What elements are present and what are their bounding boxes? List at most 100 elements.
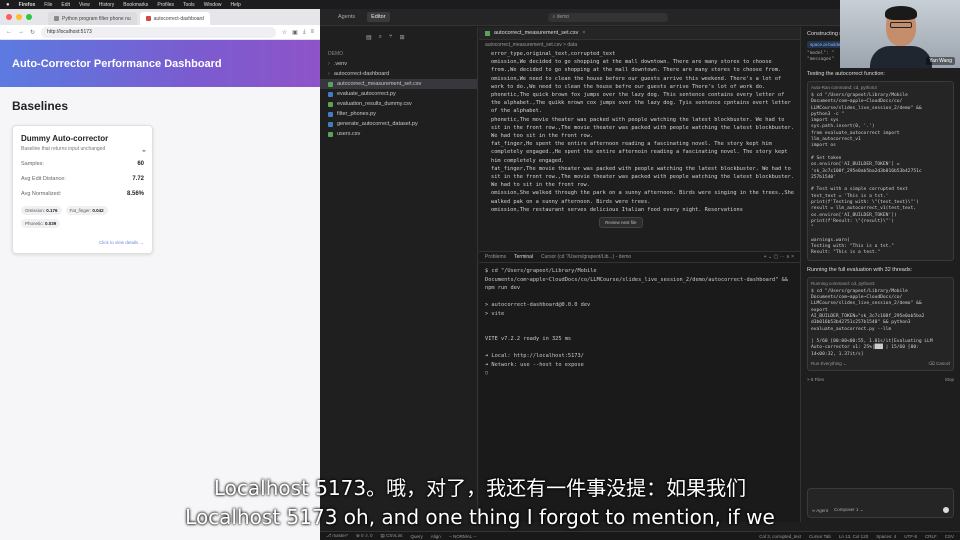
status-vim-mode: -- NORMAL -- — [448, 533, 477, 539]
menu-history[interactable]: History — [99, 2, 115, 8]
csv-file-icon — [328, 101, 333, 107]
menu-bookmarks[interactable]: Bookmarks — [123, 2, 148, 8]
metric-avg-edit-distance: Avg Edit Distance: 7.72 — [21, 176, 144, 182]
status-language[interactable]: CSV — [945, 534, 954, 539]
explorer-root[interactable]: DEMO — [320, 49, 477, 59]
explorer-item-label: .venv — [333, 61, 347, 67]
baseline-card[interactable]: Dummy Auto-corrector Baseline that retur… — [12, 125, 153, 254]
downloads-icon[interactable]: ⤓ — [303, 29, 306, 36]
command-search[interactable]: ⌕ demo — [547, 12, 668, 22]
terminal-output[interactable]: $ cd "/Users/grapeot/Library/Mobile Docu… — [479, 263, 800, 382]
explorer-item-label: autocorrect_measurement_set.csv — [337, 81, 422, 87]
extensions-icon[interactable]: ⊞ — [400, 34, 405, 41]
chip-value: 0.042 — [92, 208, 104, 213]
forward-icon[interactable]: → — [18, 29, 24, 35]
explorer-item-dashboard[interactable]: › autocorrect-dashboard — [320, 69, 477, 79]
explorer-item-results[interactable]: evaluation_results_dummy.csv — [320, 99, 477, 109]
status-query[interactable]: Query — [411, 534, 423, 539]
menu-icon[interactable]: ≡ — [310, 29, 314, 36]
view-details-link[interactable]: Click to view details → — [21, 240, 144, 245]
code-line: omission,We need to clean the house befo… — [491, 75, 782, 90]
tab-favicon-icon — [145, 16, 151, 21]
menu-profiles[interactable]: Profiles — [157, 2, 174, 8]
review-next-file-button[interactable]: Review next file — [599, 217, 643, 228]
menu-firefox[interactable]: Firefox — [19, 2, 36, 8]
status-branch[interactable]: ⎇ master* — [326, 533, 348, 539]
explorer-item-users[interactable]: users.csv — [320, 129, 477, 139]
presenter-glasses — [890, 22, 912, 28]
add-terminal-icon[interactable]: + ⌄ ▢ ⋯ ∧ × — [764, 254, 794, 260]
source-control-icon[interactable]: ⑂ — [389, 34, 393, 41]
metric-avg-normalized: Avg Normalized: 8.56% — [21, 191, 144, 197]
close-window-button[interactable] — [6, 14, 12, 20]
status-problems[interactable]: ⊗ 0 ⚠ 0 — [356, 533, 373, 539]
baselines-heading: Baselines — [12, 99, 69, 113]
tab-editor[interactable]: Editor — [367, 12, 390, 22]
explorer-item-label: evaluation_results_dummy.csv — [337, 101, 412, 107]
run-everything-dropdown[interactable]: Run Everything ⌄ — [811, 361, 847, 367]
back-icon[interactable]: ← — [6, 29, 12, 35]
close-icon[interactable]: × — [582, 30, 585, 36]
explorer-item-generate[interactable]: generate_autocorrect_dataset.py — [320, 119, 477, 129]
agent-command-code: $ cd "/Users/grapeot/Library/Mobile Docu… — [811, 289, 950, 358]
status-bar-right: Col 3, corrupted_text Cursor Tab Ln 13, … — [759, 534, 960, 539]
explorer-item-venv[interactable]: › .venv — [320, 59, 477, 69]
menu-file[interactable]: File — [44, 2, 52, 8]
tab-problems[interactable]: Problems — [485, 254, 506, 260]
explorer-item-evaluate[interactable]: evaluate_autocorrect.py — [320, 89, 477, 99]
metric-label: Avg Edit Distance: — [21, 176, 66, 182]
dashboard-title: Auto-Corrector Performance Dashboard — [12, 57, 222, 70]
editor-content[interactable]: error_type,original_text,corrupted_text … — [479, 50, 800, 214]
bookmark-star-icon[interactable]: ☆ — [282, 29, 287, 36]
terminal-cursor: ▯ — [485, 370, 489, 376]
metric-value: 60 — [137, 161, 144, 167]
menu-help[interactable]: Help — [230, 2, 240, 8]
code-line: fat_finger,The movie theater was packed … — [491, 165, 794, 189]
menu-tools[interactable]: Tools — [183, 2, 195, 8]
address-bar[interactable]: http://localhost:5173 — [41, 26, 276, 38]
status-encoding[interactable]: UTF-8 — [904, 534, 917, 539]
menu-window[interactable]: Window — [204, 2, 222, 8]
status-csvlint[interactable]: ▤ CSVLint — [381, 533, 403, 539]
chip-label: Fat_finger: — [69, 208, 92, 213]
explorer-item-label: autocorrect-dashboard — [333, 71, 390, 77]
reload-icon[interactable]: ↻ — [30, 29, 35, 36]
status-eol[interactable]: CRLF — [925, 534, 937, 539]
code-line: fat_finger,He spent the entire afternoon… — [491, 141, 788, 164]
agent-files-row: > 8 Files Stop — [807, 377, 954, 382]
browser-tab-label: autocorrect-dashboard — [153, 15, 204, 22]
editor-tab[interactable]: autocorrect_measurement_set.csv × — [479, 27, 800, 40]
browser-tab-python[interactable]: Python program filter phone nu — [48, 12, 137, 25]
cancel-button[interactable]: ⌫ Cancel — [928, 361, 950, 367]
status-align[interactable]: Align — [431, 534, 441, 539]
minimize-window-button[interactable] — [16, 14, 22, 20]
explorer-toolbar: ▤ ⌕ ⑂ ⊞ — [320, 31, 477, 49]
address-bar-url: http://localhost:5173 — [47, 29, 92, 35]
search-icon[interactable]: ⌕ — [379, 34, 382, 41]
baseline-card-description: Baseline that returns input unchanged — [21, 146, 106, 152]
baseline-card-title: Dummy Auto-corrector — [21, 134, 109, 143]
tab-terminal-session[interactable]: Cursor (cd "/Users/grapeot/Lib...) - dem… — [541, 254, 631, 260]
files-icon[interactable]: ▤ — [366, 34, 372, 41]
status-position[interactable]: Ln 13, Col 120 — [839, 534, 868, 539]
tab-agents[interactable]: Agents — [334, 12, 359, 22]
zoom-window-button[interactable] — [26, 14, 32, 20]
menu-edit[interactable]: Edit — [61, 2, 70, 8]
stop-button[interactable]: Stop — [945, 377, 954, 382]
browser-toolbar-icons: ☆ ▣ ⤓ ≡ — [282, 29, 314, 36]
agent-context-chip[interactable]: space.ai-builde — [807, 41, 844, 48]
files-changed-toggle[interactable]: > 8 Files — [807, 377, 824, 382]
apple-icon[interactable]: ● — [6, 2, 10, 8]
csv-file-icon — [328, 81, 333, 87]
subtitle-chinese: Localhost 5173。哦，对了，我还有一件事没提：如果我们 — [213, 476, 747, 500]
code-line: omission,The restaurant serves delicious… — [491, 206, 743, 213]
explorer-item-filter-phones[interactable]: filter_phones.py — [320, 109, 477, 119]
browser-tab-dashboard[interactable]: autocorrect-dashboard — [139, 12, 210, 25]
chip-value: 0.039 — [45, 221, 57, 226]
explorer-item-measurement-set[interactable]: autocorrect_measurement_set.csv — [320, 79, 477, 89]
tab-terminal[interactable]: Terminal — [514, 254, 533, 260]
menu-view[interactable]: View — [79, 2, 90, 8]
status-cursor-tab[interactable]: Cursor Tab — [809, 534, 831, 539]
status-indent[interactable]: Spaces: 4 — [876, 534, 896, 539]
extensions-icon[interactable]: ▣ — [292, 29, 298, 36]
